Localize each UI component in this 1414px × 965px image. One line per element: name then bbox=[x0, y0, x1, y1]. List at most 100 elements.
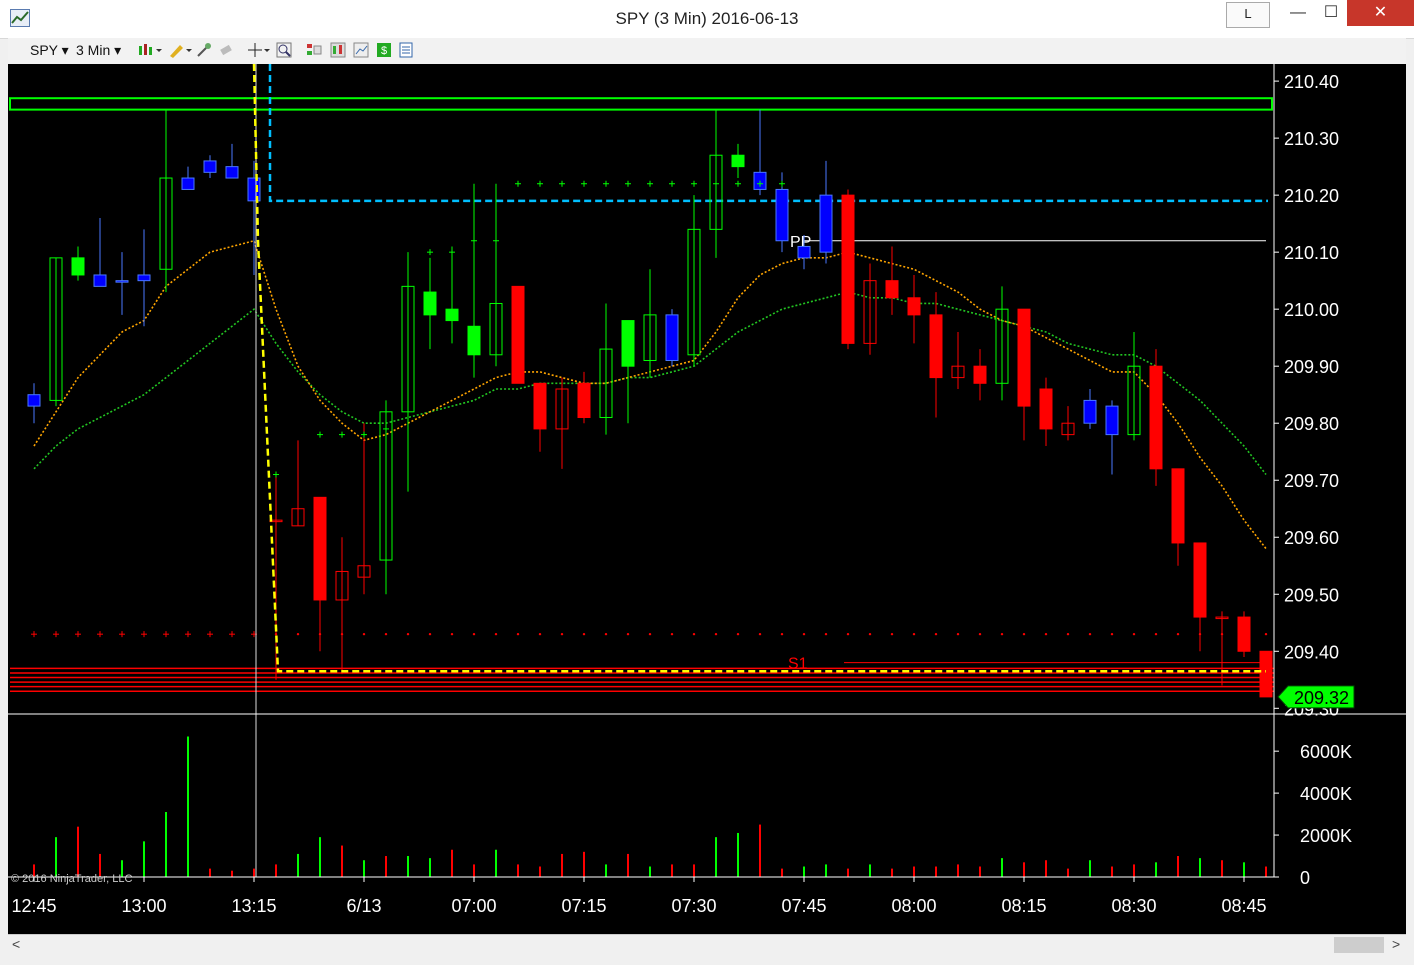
prior-close-mark bbox=[362, 632, 366, 636]
candle-body bbox=[445, 308, 459, 322]
price-tick-label: 209.90 bbox=[1284, 357, 1339, 377]
title-bar: SPY (3 Min) 2016-06-13 L — ☐ ✕ bbox=[0, 0, 1414, 39]
instrument-selector[interactable]: SPY ▾ bbox=[30, 42, 69, 59]
prior-close-mark bbox=[516, 632, 520, 636]
prior-close-mark bbox=[472, 632, 476, 636]
prior-close-mark bbox=[296, 632, 300, 636]
time-tick-label: 12:45 bbox=[11, 896, 56, 916]
svg-text:$: $ bbox=[381, 45, 387, 57]
candle-body bbox=[731, 154, 745, 168]
chart-style-icon[interactable] bbox=[138, 42, 162, 58]
candle-body bbox=[1237, 616, 1251, 652]
scroll-left-icon[interactable]: < bbox=[12, 936, 20, 952]
candle-body bbox=[181, 177, 195, 190]
time-tick-label: 13:00 bbox=[121, 896, 166, 916]
prior-close-mark bbox=[450, 632, 454, 636]
prior-close-mark bbox=[604, 632, 608, 636]
indicators-icon[interactable] bbox=[306, 42, 322, 58]
candle-body bbox=[577, 382, 591, 419]
copyright-text: © 2016 NinjaTrader, LLC bbox=[11, 873, 133, 885]
candle-body bbox=[533, 382, 547, 430]
properties-icon[interactable] bbox=[398, 42, 414, 58]
candle-body bbox=[819, 194, 833, 253]
candle-body bbox=[1039, 388, 1053, 430]
volume-tick-label: 6000K bbox=[1300, 742, 1352, 762]
candle-body bbox=[841, 194, 855, 344]
prior-close-mark bbox=[736, 632, 740, 636]
candle-body bbox=[115, 280, 129, 283]
pivot-dashed-line bbox=[268, 64, 1268, 203]
zoom-icon[interactable] bbox=[276, 42, 292, 58]
prior-close-mark bbox=[978, 632, 982, 636]
price-tick-label: 209.80 bbox=[1284, 414, 1339, 434]
candle-body bbox=[1017, 308, 1031, 407]
time-tick-label: 07:30 bbox=[671, 896, 716, 916]
candle-body bbox=[665, 314, 679, 361]
window-title: SPY (3 Min) 2016-06-13 bbox=[615, 9, 799, 28]
strategies-icon[interactable] bbox=[330, 42, 346, 58]
prior-close-mark bbox=[626, 632, 630, 636]
candle-body bbox=[423, 291, 437, 316]
scroll-right-icon[interactable]: > bbox=[1392, 936, 1400, 952]
candle-body bbox=[225, 166, 239, 179]
time-tick-label: 08:00 bbox=[891, 896, 936, 916]
prior-close-mark bbox=[912, 632, 916, 636]
prior-close-mark bbox=[582, 632, 586, 636]
price-tick-label: 210.10 bbox=[1284, 243, 1339, 263]
candle-body bbox=[467, 325, 481, 356]
prior-close-mark bbox=[1066, 632, 1070, 636]
time-tick-label: 07:00 bbox=[451, 896, 496, 916]
time-tick-label: 08:45 bbox=[1221, 896, 1266, 916]
price-tick-label: 210.40 bbox=[1284, 72, 1339, 92]
volume-tick-label: 0 bbox=[1300, 868, 1310, 888]
chart-toolbar: SPY ▾ 3 Min ▾ $ bbox=[8, 38, 1406, 65]
volume-tick-label: 4000K bbox=[1300, 784, 1352, 804]
candle-body bbox=[1083, 399, 1097, 424]
price-tick-label: 209.70 bbox=[1284, 471, 1339, 491]
close-button[interactable]: ✕ bbox=[1347, 0, 1414, 26]
data-series-icon[interactable] bbox=[353, 42, 369, 58]
candle-body bbox=[1259, 650, 1273, 698]
draw-pencil-icon[interactable] bbox=[168, 42, 192, 58]
instrument-label: SPY bbox=[30, 42, 58, 58]
candle-body bbox=[1193, 542, 1207, 618]
prior-close-mark bbox=[1022, 632, 1026, 636]
price-chart-svg[interactable]: PPS1 210.40210.30210.20210.10210.00209.9… bbox=[8, 63, 1406, 934]
price-tick-label: 209.50 bbox=[1284, 585, 1339, 605]
prior-close-mark bbox=[890, 632, 894, 636]
candle-body bbox=[1149, 365, 1163, 470]
prior-close-mark bbox=[1110, 632, 1114, 636]
prior-close-mark bbox=[1000, 632, 1004, 636]
candle-body bbox=[797, 245, 811, 259]
trade-icon[interactable]: $ bbox=[376, 42, 392, 58]
prior-close-mark bbox=[406, 632, 410, 636]
candle-body bbox=[511, 285, 525, 384]
candle-body bbox=[1171, 468, 1185, 544]
price-tick-label: 209.60 bbox=[1284, 528, 1339, 548]
price-tick-label: 210.30 bbox=[1284, 129, 1339, 149]
interval-selector[interactable]: 3 Min ▾ bbox=[76, 42, 121, 59]
candle-body bbox=[313, 496, 327, 601]
crosshair-icon[interactable] bbox=[248, 42, 270, 58]
chart-area[interactable]: PP S1 210.40 210.30 210.20 210.10 210.00 209.9… bbox=[8, 63, 1406, 934]
candle-body bbox=[1105, 405, 1119, 436]
prior-close-mark bbox=[538, 632, 542, 636]
magic-wand-icon[interactable] bbox=[196, 42, 212, 58]
prior-close-mark bbox=[714, 632, 718, 636]
prior-close-mark bbox=[1088, 632, 1092, 636]
price-tick-label: 210.00 bbox=[1284, 300, 1339, 320]
candle-body bbox=[973, 365, 987, 384]
resistance-band bbox=[9, 97, 1273, 111]
link-l-button[interactable]: L bbox=[1226, 2, 1270, 28]
prior-close-mark bbox=[1176, 632, 1180, 636]
prior-close-mark bbox=[824, 632, 828, 636]
prior-close-mark bbox=[692, 632, 696, 636]
prior-close-mark bbox=[956, 632, 960, 636]
horizontal-scrollbar[interactable]: < > bbox=[8, 934, 1406, 955]
prior-close-mark bbox=[934, 632, 938, 636]
eraser-icon[interactable] bbox=[218, 42, 234, 58]
prior-close-mark bbox=[758, 632, 762, 636]
scrollbar-thumb[interactable] bbox=[1334, 937, 1384, 953]
interval-label: 3 Min bbox=[76, 42, 111, 58]
candle-body bbox=[93, 274, 107, 287]
